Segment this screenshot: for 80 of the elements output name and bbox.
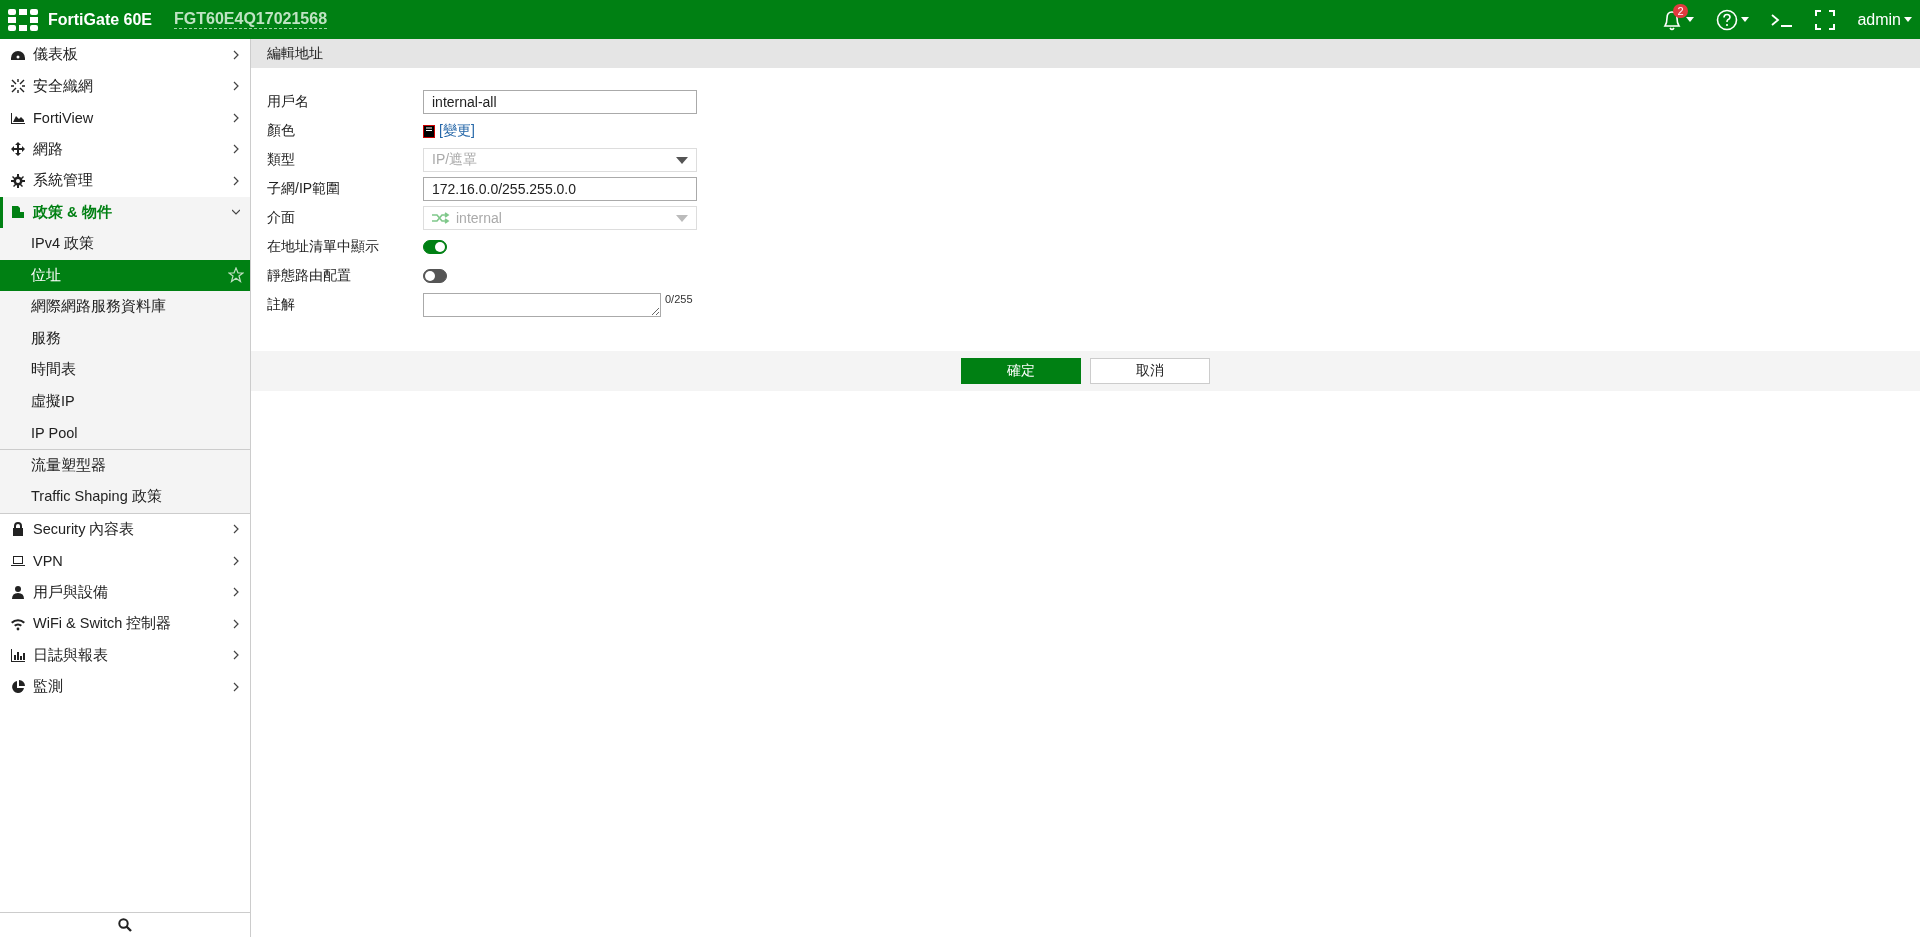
character-counter: 0/255	[665, 293, 693, 305]
sidebar-subitem[interactable]: 虛擬IP	[0, 385, 250, 417]
sidebar-subitem[interactable]: 時間表	[0, 354, 250, 386]
change-color-link[interactable]: [變更]	[439, 122, 475, 140]
sidebar-item[interactable]: 安全織網	[0, 70, 250, 102]
field-label: 用戶名	[267, 93, 310, 111]
search-icon[interactable]	[118, 918, 132, 932]
sidebar-item[interactable]: 日誌與報表	[0, 639, 250, 671]
chevron-right-icon	[232, 81, 240, 92]
sidebar-subitem[interactable]: 服務	[0, 322, 250, 354]
field-label: 靜態路由配置	[267, 267, 352, 285]
sidebar-subitem[interactable]: Traffic Shaping 政策	[0, 481, 250, 513]
field-label: 顏色	[267, 122, 296, 140]
chevron-right-icon	[232, 681, 240, 692]
caret-icon	[1741, 17, 1750, 22]
logo-icon	[8, 8, 38, 31]
move-arrows-icon	[11, 142, 25, 157]
field-label: 子網/IP範圍	[267, 180, 342, 198]
ok-button[interactable]: 確定	[961, 358, 1081, 384]
chevron-right-icon	[232, 144, 240, 155]
help-icon	[1716, 8, 1739, 31]
toggle-switch[interactable]	[423, 269, 447, 283]
chevron-right-icon	[232, 555, 240, 566]
chevron-right-icon	[232, 49, 240, 60]
fabric-icon	[11, 79, 25, 94]
bar-chart-icon	[11, 648, 25, 663]
pie-chart-icon	[11, 679, 25, 694]
shuffle-icon	[432, 212, 450, 224]
user-menu[interactable]: admin	[1857, 10, 1912, 29]
text-field[interactable]: 172.16.0.0/255.255.0.0	[423, 177, 697, 201]
sidebar-item[interactable]: 網路	[0, 133, 250, 165]
sidebar-subitem[interactable]: IP Pool	[0, 417, 250, 449]
star-icon[interactable]	[228, 267, 244, 284]
field-label: 類型	[267, 151, 296, 169]
notification-badge: 2	[1673, 3, 1688, 18]
sidebar-subitem[interactable]: 位址	[0, 259, 250, 291]
gear-icon	[11, 173, 25, 188]
caret-icon	[676, 156, 688, 164]
help-button[interactable]	[1716, 8, 1750, 31]
cancel-button[interactable]: 取消	[1090, 358, 1210, 384]
terminal-icon[interactable]	[1771, 11, 1794, 28]
sidebar-subitem[interactable]: IPv4 政策	[0, 228, 250, 260]
chevron-right-icon	[232, 618, 240, 629]
sidebar-item[interactable]: 儀表板	[0, 39, 250, 71]
comment-field[interactable]	[423, 293, 661, 317]
sidebar-item[interactable]: VPN	[0, 545, 250, 577]
sidebar-item[interactable]: 系統管理	[0, 165, 250, 197]
sidebar-subitem[interactable]: 流量塑型器	[0, 449, 250, 481]
toggle-switch[interactable]	[423, 240, 447, 254]
product-name: FortiGate 60E	[48, 10, 153, 29]
sidebar-subitem[interactable]: 網際網路服務資料庫	[0, 291, 250, 323]
chevron-right-icon	[232, 524, 240, 535]
field-label: 在地址清單中顯示	[267, 238, 380, 256]
wifi-icon	[11, 616, 25, 631]
field-label: 介面	[267, 209, 296, 227]
field-label: 註解	[267, 296, 296, 314]
notifications-button[interactable]: 2	[1661, 7, 1695, 32]
lock-icon	[11, 522, 25, 537]
document-icon	[11, 205, 25, 220]
sidebar-item[interactable]: FortiView	[0, 102, 250, 134]
chevron-right-icon	[232, 112, 240, 123]
chevron-right-icon	[232, 650, 240, 661]
color-swatch-icon	[423, 124, 435, 138]
sidebar-item[interactable]: 監測	[0, 671, 250, 703]
text-field[interactable]: internal-all	[423, 90, 697, 114]
sidebar-item[interactable]: WiFi & Switch 控制器	[0, 608, 250, 640]
serial-number[interactable]: FGT60E4Q17021568	[174, 10, 328, 29]
chevron-right-icon	[232, 587, 240, 598]
caret-icon	[676, 214, 688, 222]
sidebar-item[interactable]: Security 內容表	[0, 513, 250, 545]
fullscreen-icon[interactable]	[1815, 9, 1836, 30]
chevron-right-icon	[232, 175, 240, 186]
sidebar-item[interactable]: 政策 & 物件	[0, 196, 250, 228]
user-icon	[11, 585, 25, 600]
caret-icon	[1904, 17, 1912, 22]
sidebar-item[interactable]: 用戶與設備	[0, 576, 250, 608]
page-title: 編輯地址	[267, 44, 323, 63]
caret-icon	[1686, 17, 1695, 22]
laptop-icon	[11, 553, 25, 568]
area-chart-icon	[11, 110, 25, 125]
